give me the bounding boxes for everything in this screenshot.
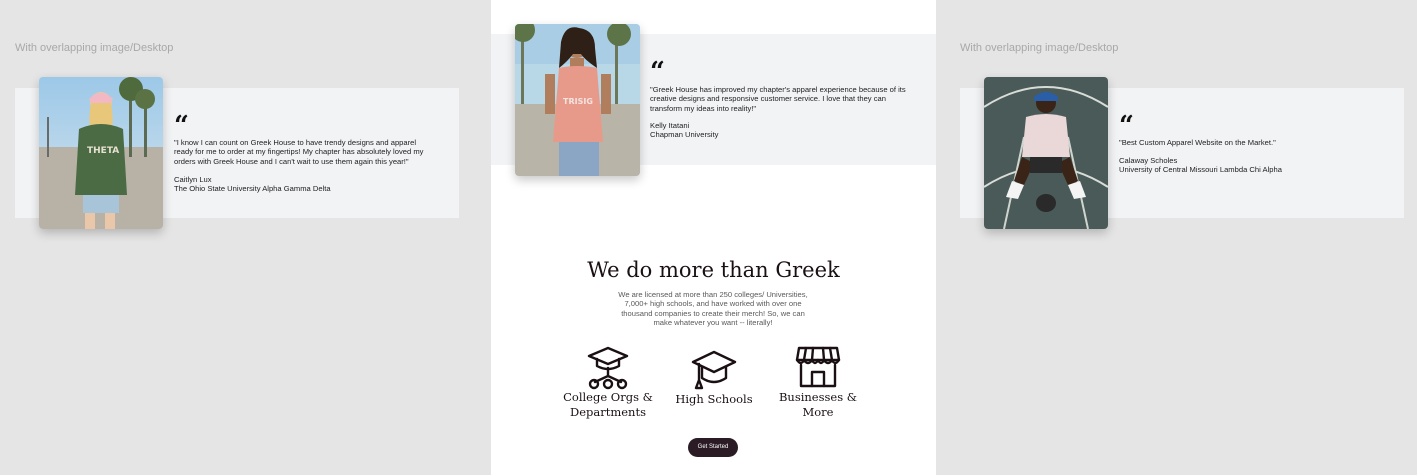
- testimonial-quote-left: "I know I can count on Greek House to ha…: [174, 138, 424, 166]
- author-name: Kelly Itatani: [650, 121, 690, 130]
- testimonial-photo-center: TRISIG: [515, 24, 640, 176]
- category-label: Businesses & More: [778, 390, 858, 419]
- quote-mark-left: “: [174, 111, 189, 141]
- category-label: High Schools: [675, 392, 753, 406]
- quote-mark-center: “: [650, 57, 665, 87]
- frame-label-left: With overlapping image/Desktop: [15, 42, 174, 54]
- center-frame: TRISIG “ "Greek House has improved my ch…: [491, 0, 936, 475]
- author-org: The Ohio State University Alpha Gamma De…: [174, 184, 331, 194]
- graduation-cap-icon: [669, 346, 759, 392]
- author-org: University of Central Missouri Lambda Ch…: [1119, 165, 1282, 175]
- svg-text:TRISIG: TRISIG: [563, 97, 593, 106]
- section-headline: We do more than Greek: [587, 258, 840, 282]
- testimonial-author-left: Caitlyn Lux The Ohio State University Al…: [174, 175, 436, 194]
- graduation-network-icon: [563, 344, 653, 390]
- testimonial-author-center: Kelly Itatani Chapman University: [650, 121, 912, 140]
- testimonial-photo-right: [984, 77, 1108, 229]
- testimonial-photo-left: THETA: [39, 77, 163, 229]
- frame-label-right: With overlapping image/Desktop: [960, 42, 1119, 54]
- author-org: Chapman University: [650, 130, 719, 140]
- photo-student-basketball-court: [984, 77, 1108, 229]
- testimonial-quote-center: "Greek House has improved my chapter's a…: [650, 85, 906, 113]
- category-businesses[interactable]: Businesses & More: [773, 344, 863, 420]
- get-started-button[interactable]: Get Started: [688, 438, 738, 457]
- photo-student-pink-tank: TRISIG: [515, 24, 640, 176]
- author-name: Calaway Scholes: [1119, 156, 1178, 165]
- photo-student-green-shirt: THETA: [39, 77, 163, 229]
- svg-text:THETA: THETA: [87, 146, 119, 156]
- section-description: We are licensed at more than 250 college…: [618, 290, 808, 328]
- category-college-orgs[interactable]: College Orgs & Departments: [563, 344, 653, 420]
- testimonial-quote-right: "Best Custom Apparel Website on the Mark…: [1119, 138, 1276, 147]
- category-high-schools[interactable]: High Schools: [669, 346, 759, 407]
- testimonial-author-right: Calaway Scholes University of Central Mi…: [1119, 156, 1381, 175]
- quote-mark-right: “: [1119, 111, 1134, 141]
- author-name: Caitlyn Lux: [174, 175, 212, 184]
- storefront-icon: [773, 344, 863, 390]
- category-label: College Orgs & Departments: [563, 390, 653, 419]
